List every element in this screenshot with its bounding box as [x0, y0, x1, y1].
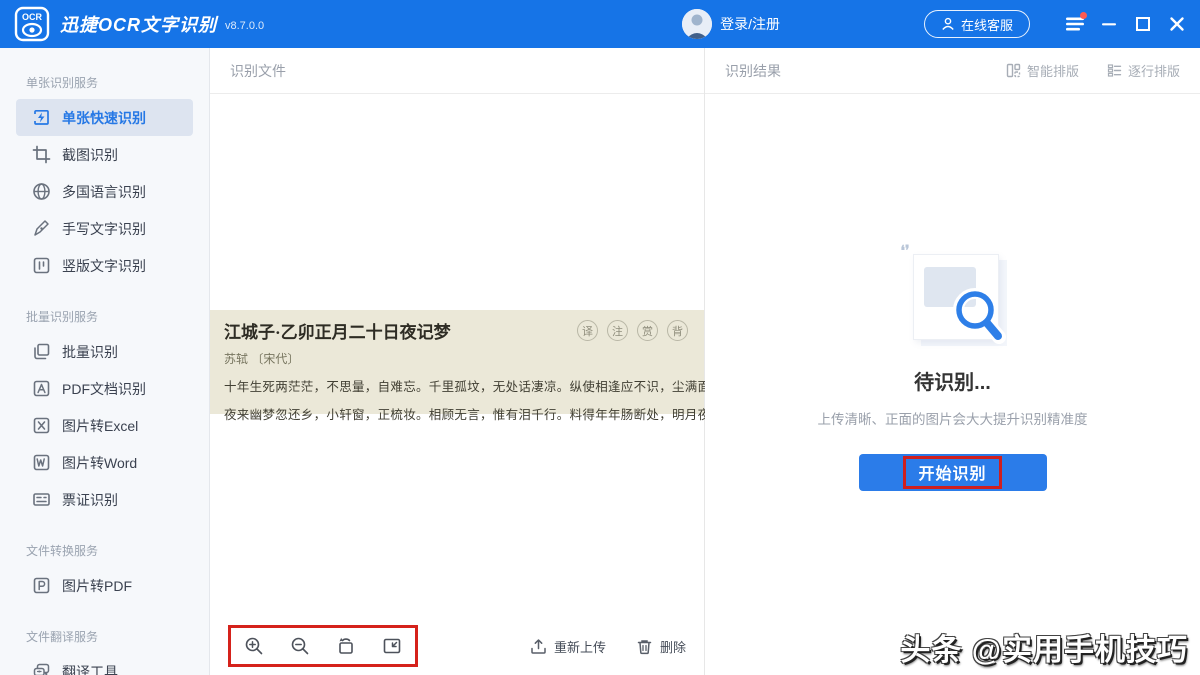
- sidebar-section-header: 单张识别服务: [26, 74, 209, 91]
- sidebar-item-label: 图片转Excel: [62, 416, 138, 436]
- poem-line: 夜来幽梦忽还乡，小轩窗，正梳妆。相顾无言，惟有泪千行。料得年年肠断处，明月夜，短…: [224, 404, 690, 423]
- zoom-tools-annotation-box: [228, 625, 418, 667]
- notification-dot: [1080, 12, 1087, 19]
- app-title: 迅捷OCR文字识别: [60, 11, 217, 37]
- person-icon: [941, 17, 955, 31]
- pdf-doc-icon: [32, 379, 51, 398]
- excel-icon: [32, 416, 51, 435]
- badge-recite: 背: [667, 320, 688, 341]
- status-title: 待识别...: [914, 366, 991, 395]
- sidebar-item-batch-ocr[interactable]: 批量识别: [16, 333, 193, 370]
- ocr-logo: OCR: [14, 6, 50, 42]
- result-header-label: 识别结果: [725, 61, 781, 81]
- crop-icon: [32, 145, 51, 164]
- sidebar-item-translate-tool[interactable]: 翻译工具: [16, 653, 193, 675]
- sidebar-section-header: 文件转换服务: [26, 542, 209, 559]
- minimize-icon[interactable]: [1092, 0, 1126, 48]
- sidebar-item-label: 单张快速识别: [62, 108, 146, 128]
- sidebar-item-label: 批量识别: [62, 342, 118, 362]
- sidebar-item-ticket-ocr[interactable]: 票证识别: [16, 481, 193, 518]
- trash-icon: [636, 638, 653, 655]
- sidebar-item-vertical-ocr[interactable]: 竖版文字识别: [16, 247, 193, 284]
- upload-icon: [530, 638, 547, 655]
- start-button-annotation-box: 开始识别: [903, 456, 1001, 489]
- poem-line: 十年生死两茫茫，不思量，自难忘。千里孤坟，无处话凄凉。纵使相逢应不识，尘满面，鬓…: [224, 376, 690, 395]
- sidebar-item-img-to-excel[interactable]: 图片转Excel: [16, 407, 193, 444]
- zoom-out-icon[interactable]: [290, 636, 310, 656]
- start-recognition-button[interactable]: 开始识别: [859, 454, 1047, 491]
- sidebar-item-img-to-pdf[interactable]: 图片转PDF: [16, 567, 193, 604]
- delete-label: 删除: [660, 637, 686, 656]
- poem-badges: 译 注 赏 背: [577, 320, 688, 341]
- sidebar-item-handwriting-ocr[interactable]: 手写文字识别: [16, 210, 193, 247]
- translate-bubbles-icon: [32, 662, 51, 675]
- preview-header-label: 识别文件: [230, 61, 286, 81]
- poem-author: 苏轼 〔宋代〕: [224, 350, 690, 367]
- sidebar-item-quick-ocr[interactable]: 单张快速识别: [16, 99, 193, 136]
- line-layout-label: 逐行排版: [1128, 61, 1180, 80]
- badge-appreciate: 赏: [637, 320, 658, 341]
- sidebar-item-screenshot-ocr[interactable]: 截图识别: [16, 136, 193, 173]
- sidebar: 单张识别服务 单张快速识别 截图识别 多国语言识别 手写文字识别: [0, 48, 210, 675]
- status-hint: 上传清晰、正面的图片会大大提升识别精准度: [818, 408, 1088, 428]
- login-register[interactable]: 登录/注册: [682, 9, 780, 39]
- sidebar-item-label: PDF文档识别: [62, 379, 146, 399]
- close-icon[interactable]: [1160, 0, 1194, 48]
- titlebar: OCR 迅捷OCR文字识别 v8.7.0.0 登录/注册 在线客服: [0, 0, 1200, 48]
- watermark: 头条 @实用手机技巧: [900, 625, 1188, 669]
- sidebar-item-multilang-ocr[interactable]: 多国语言识别: [16, 173, 193, 210]
- avatar: [682, 9, 712, 39]
- smart-layout-icon: [1006, 63, 1021, 78]
- poem-title: 江城子·乙卯正月二十日夜记梦: [224, 318, 451, 343]
- fit-screen-icon[interactable]: [382, 636, 402, 656]
- login-label: 登录/注册: [720, 14, 780, 34]
- sidebar-item-label: 多国语言识别: [62, 182, 146, 202]
- awaiting-recognition-illustration: ❛❜: [883, 244, 1023, 354]
- app-version: v8.7.0.0: [225, 20, 264, 32]
- preview-toolbar: 重新上传 删除: [210, 617, 704, 675]
- sidebar-section-header: 文件翻译服务: [26, 628, 209, 645]
- result-panel: 识别结果 智能排版 逐行排版 ❛❜: [705, 48, 1200, 675]
- vertical-text-icon: [32, 256, 51, 275]
- sidebar-item-label: 图片转PDF: [62, 576, 132, 596]
- rotate-icon[interactable]: [336, 636, 356, 656]
- sidebar-item-pdf-ocr[interactable]: PDF文档识别: [16, 370, 193, 407]
- badge-annotate: 注: [607, 320, 628, 341]
- preview-panel-header: 识别文件: [210, 48, 704, 94]
- online-support-button[interactable]: 在线客服: [924, 10, 1030, 38]
- line-layout-option[interactable]: 逐行排版: [1107, 61, 1180, 80]
- globe-icon: [32, 182, 51, 201]
- smart-layout-option[interactable]: 智能排版: [1006, 61, 1079, 80]
- sidebar-item-label: 翻译工具: [62, 662, 118, 675]
- sidebar-item-img-to-word[interactable]: 图片转Word: [16, 444, 193, 481]
- pen-icon: [32, 219, 51, 238]
- preview-panel: 识别文件 江城子·乙卯正月二十日夜记梦 译 注 赏 背 苏轼 〔宋代〕 十年生死…: [210, 48, 705, 675]
- reupload-button[interactable]: 重新上传: [530, 637, 606, 656]
- sidebar-item-label: 竖版文字识别: [62, 256, 146, 276]
- online-support-label: 在线客服: [961, 15, 1013, 34]
- hamburger-menu-icon[interactable]: [1058, 0, 1092, 48]
- maximize-icon[interactable]: [1126, 0, 1160, 48]
- sparkle-icon: ❛❜: [901, 242, 910, 259]
- result-panel-header: 识别结果 智能排版 逐行排版: [705, 48, 1200, 94]
- zoom-in-icon[interactable]: [244, 636, 264, 656]
- sidebar-item-label: 手写文字识别: [62, 219, 146, 239]
- sidebar-item-label: 截图识别: [62, 145, 118, 165]
- badge-translate: 译: [577, 320, 598, 341]
- copy-icon: [32, 342, 51, 361]
- flash-doc-icon: [32, 108, 51, 127]
- sidebar-section-header: 批量识别服务: [26, 308, 209, 325]
- pdf-convert-icon: [32, 576, 51, 595]
- ticket-icon: [32, 490, 51, 509]
- sidebar-item-label: 票证识别: [62, 490, 118, 510]
- svg-text:OCR: OCR: [22, 12, 43, 22]
- sidebar-item-label: 图片转Word: [62, 453, 137, 473]
- line-layout-icon: [1107, 63, 1122, 78]
- uploaded-image-preview[interactable]: 江城子·乙卯正月二十日夜记梦 译 注 赏 背 苏轼 〔宋代〕 十年生死两茫茫，不…: [210, 310, 704, 414]
- delete-button[interactable]: 删除: [636, 637, 686, 656]
- word-icon: [32, 453, 51, 472]
- smart-layout-label: 智能排版: [1027, 61, 1079, 80]
- reupload-label: 重新上传: [554, 637, 606, 656]
- magnifier-icon: [951, 288, 1007, 351]
